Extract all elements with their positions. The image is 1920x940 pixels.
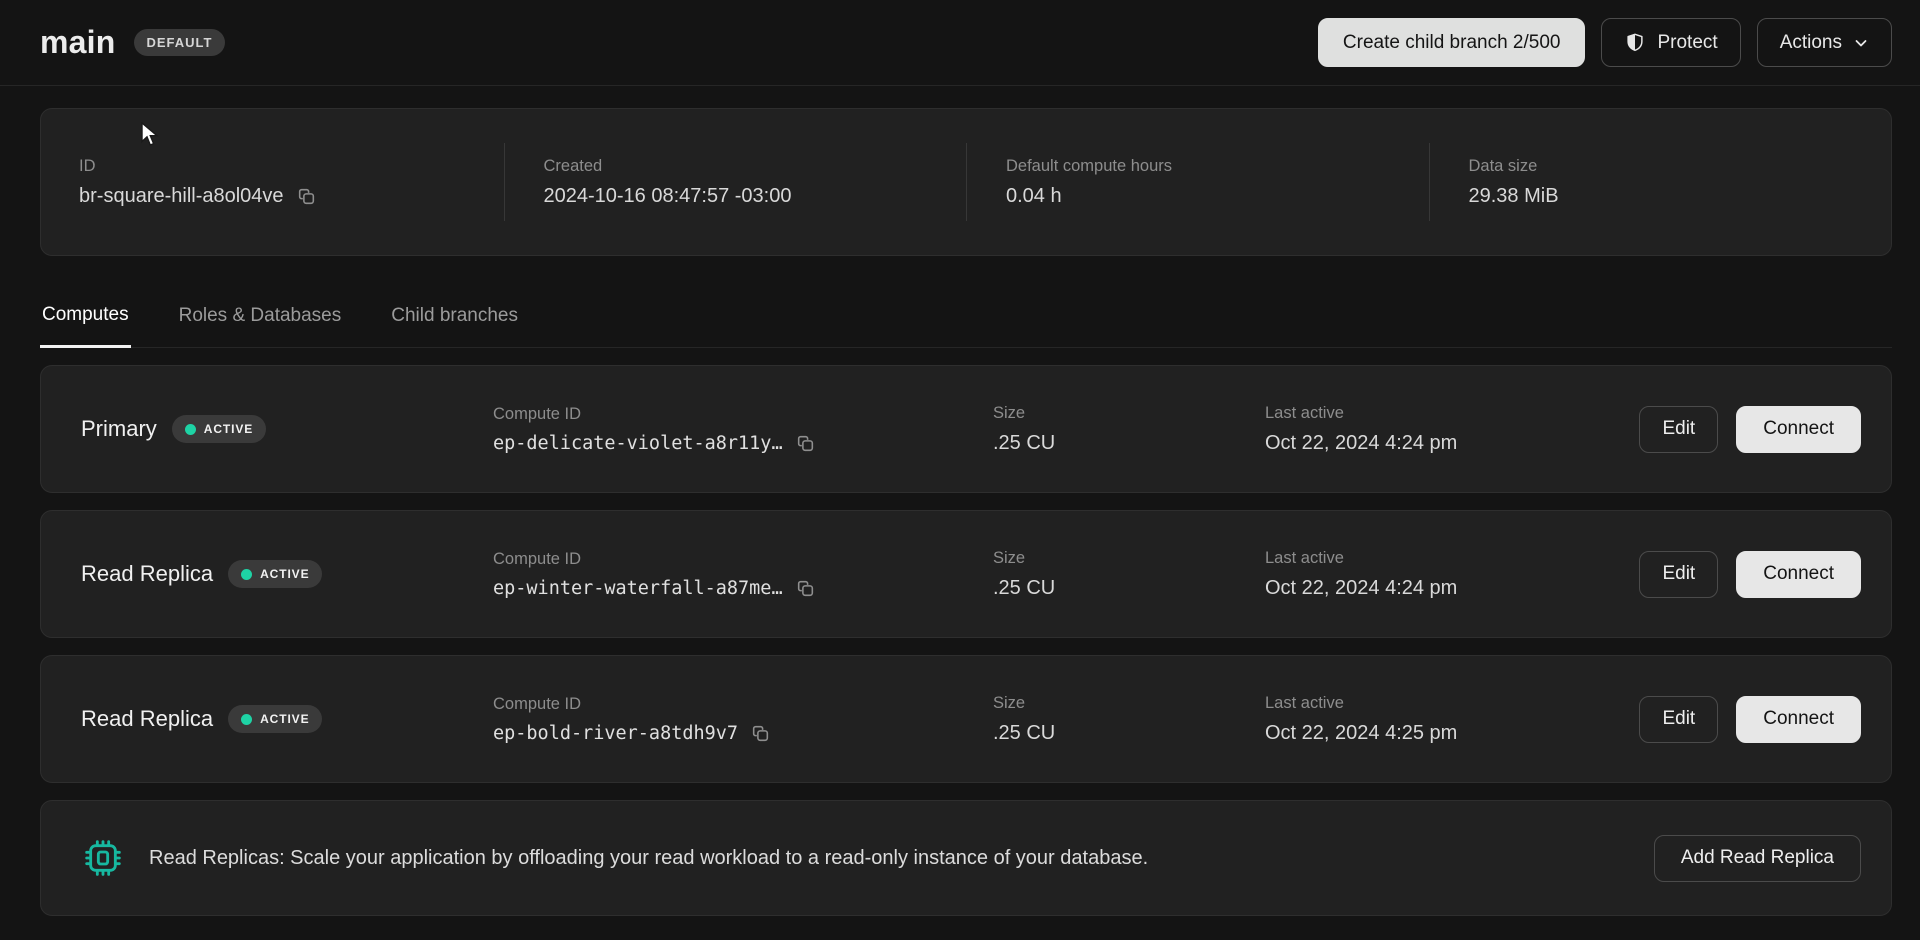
active-dot-icon <box>185 424 196 435</box>
copy-branch-id-button[interactable] <box>296 186 317 207</box>
compute-id-label: Compute ID <box>493 405 993 424</box>
tab-child-branches[interactable]: Child branches <box>389 300 520 347</box>
last-active-value: Oct 22, 2024 4:25 pm <box>1265 722 1457 745</box>
size-value: .25 CU <box>993 722 1055 745</box>
chevron-down-icon <box>1853 35 1869 51</box>
compute-id-label: Compute ID <box>493 695 993 714</box>
size-label: Size <box>993 404 1265 423</box>
compute-id-value: ep-delicate-violet-a8r11y… <box>493 433 783 454</box>
create-child-branch-button[interactable]: Create child branch 2/500 <box>1318 18 1586 67</box>
shield-icon <box>1624 31 1646 55</box>
compute-hours-label: Default compute hours <box>1006 157 1429 176</box>
tab-computes[interactable]: Computes <box>40 300 131 348</box>
edit-button[interactable]: Edit <box>1639 406 1718 453</box>
created-label: Created <box>544 157 967 176</box>
connect-button[interactable]: Connect <box>1736 406 1861 453</box>
created-value: 2024-10-16 08:47:57 -03:00 <box>544 185 792 208</box>
copy-compute-id-button[interactable] <box>750 723 771 744</box>
copy-icon <box>795 433 816 454</box>
size-value: .25 CU <box>993 577 1055 600</box>
connect-button[interactable]: Connect <box>1736 696 1861 743</box>
compute-row-read-replica-2: Read Replica ACTIVE Compute ID ep-bold-r… <box>40 655 1892 783</box>
read-replica-banner: Read Replicas: Scale your application by… <box>40 800 1892 916</box>
protect-button[interactable]: Protect <box>1601 18 1740 67</box>
created-field: Created 2024-10-16 08:47:57 -03:00 <box>504 157 967 208</box>
compute-name: Read Replica <box>81 561 213 587</box>
compute-name: Primary <box>81 416 157 442</box>
last-active-label: Last active <box>1265 404 1639 423</box>
compute-row-primary: Primary ACTIVE Compute ID ep-delicate-vi… <box>40 365 1892 493</box>
status-label: ACTIVE <box>260 712 309 726</box>
status-label: ACTIVE <box>260 567 309 581</box>
branch-id-value: br-square-hill-a8ol04ve <box>79 185 284 208</box>
connect-button[interactable]: Connect <box>1736 551 1861 598</box>
last-active-value: Oct 22, 2024 4:24 pm <box>1265 432 1457 455</box>
size-label: Size <box>993 694 1265 713</box>
compute-hours-field: Default compute hours 0.04 h <box>966 157 1429 208</box>
compute-hours-value: 0.04 h <box>1006 185 1062 208</box>
data-size-field: Data size 29.38 MiB <box>1429 157 1892 208</box>
add-read-replica-button[interactable]: Add Read Replica <box>1654 835 1861 882</box>
copy-icon <box>750 723 771 744</box>
copy-icon <box>795 578 816 599</box>
tab-roles-databases[interactable]: Roles & Databases <box>177 300 344 347</box>
compute-name: Read Replica <box>81 706 213 732</box>
data-size-value: 29.38 MiB <box>1469 185 1559 208</box>
status-badge: ACTIVE <box>228 560 322 588</box>
branch-header: main DEFAULT Create child branch 2/500 P… <box>0 0 1920 86</box>
actions-button[interactable]: Actions <box>1757 18 1892 67</box>
compute-id-label: Compute ID <box>493 550 993 569</box>
actions-label: Actions <box>1780 32 1842 54</box>
active-dot-icon <box>241 714 252 725</box>
data-size-label: Data size <box>1469 157 1892 176</box>
active-dot-icon <box>241 569 252 580</box>
last-active-label: Last active <box>1265 549 1639 568</box>
branch-info-card: ID br-square-hill-a8ol04ve Created 2024-… <box>40 108 1892 256</box>
edit-button[interactable]: Edit <box>1639 696 1718 743</box>
read-replica-description: Read Replicas: Scale your application by… <box>149 847 1628 870</box>
branch-id-field: ID br-square-hill-a8ol04ve <box>41 157 504 208</box>
last-active-label: Last active <box>1265 694 1639 713</box>
status-badge: ACTIVE <box>172 415 266 443</box>
size-value: .25 CU <box>993 432 1055 455</box>
copy-compute-id-button[interactable] <box>795 578 816 599</box>
size-label: Size <box>993 549 1265 568</box>
protect-label: Protect <box>1657 32 1717 54</box>
copy-compute-id-button[interactable] <box>795 433 816 454</box>
compute-row-read-replica-1: Read Replica ACTIVE Compute ID ep-winter… <box>40 510 1892 638</box>
compute-id-value: ep-bold-river-a8tdh9v7 <box>493 723 738 744</box>
compute-id-value: ep-winter-waterfall-a87me… <box>493 578 783 599</box>
branch-id-label: ID <box>79 157 504 176</box>
default-badge: DEFAULT <box>134 29 226 56</box>
last-active-value: Oct 22, 2024 4:24 pm <box>1265 577 1457 600</box>
status-label: ACTIVE <box>204 422 253 436</box>
tab-bar: Computes Roles & Databases Child branche… <box>40 300 1892 348</box>
chip-icon <box>83 838 123 878</box>
page-title: main <box>40 24 116 61</box>
status-badge: ACTIVE <box>228 705 322 733</box>
copy-icon <box>296 186 317 207</box>
edit-button[interactable]: Edit <box>1639 551 1718 598</box>
